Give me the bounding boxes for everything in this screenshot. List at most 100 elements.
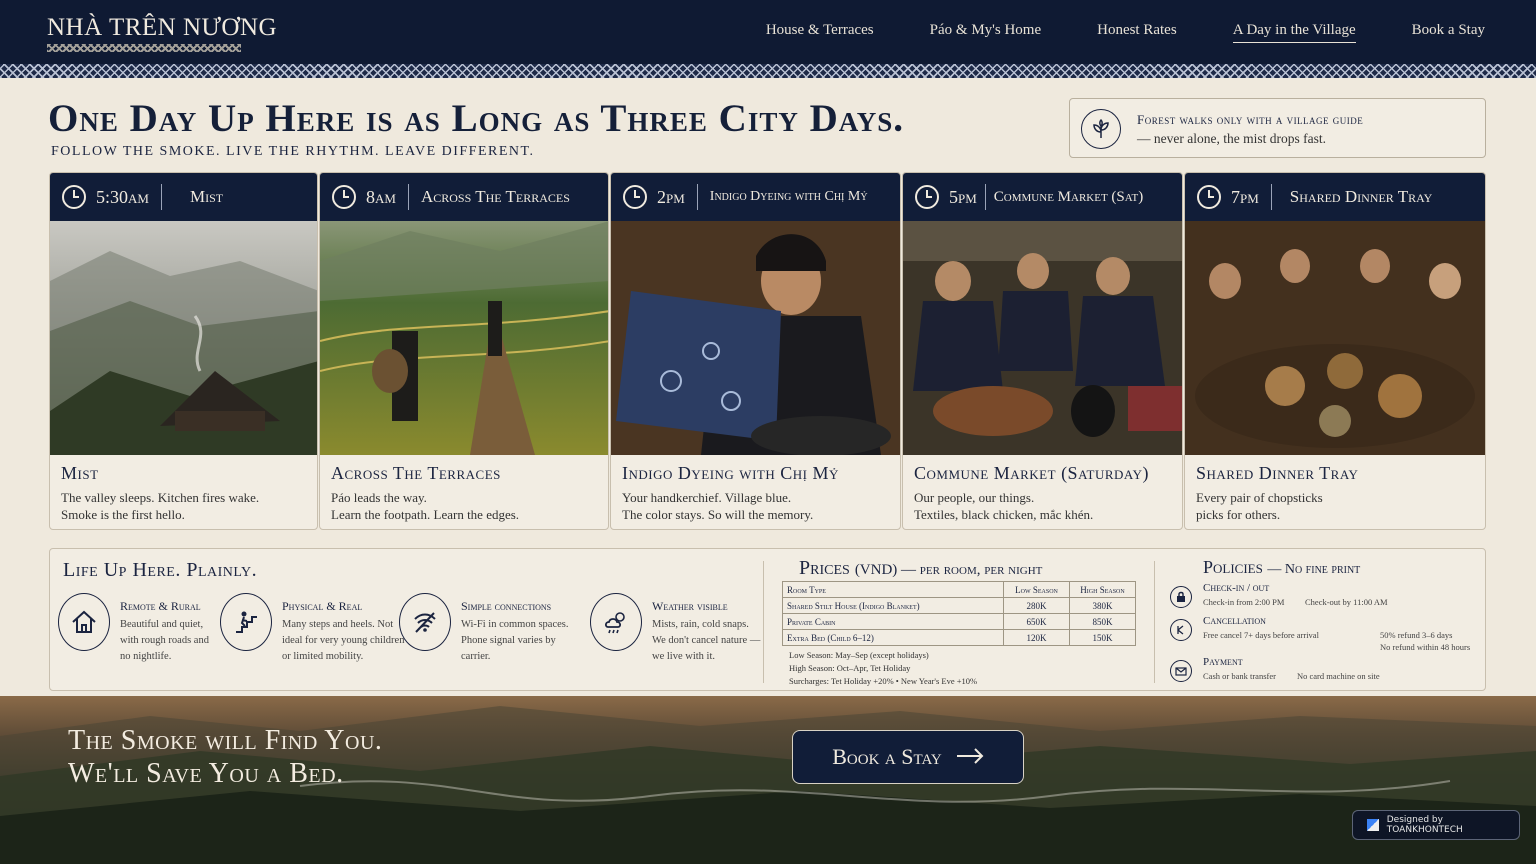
clock-icon <box>623 185 647 209</box>
card-description: The valley sleeps. Kitchen fires wake. S… <box>61 489 317 523</box>
divider <box>1270 184 1272 210</box>
timeline-card-terraces[interactable]: 8am Across The Terraces Across The Terra… <box>319 172 609 530</box>
table-cell: 150K <box>1069 629 1136 646</box>
table-header-row: Room Type Low Season High Season <box>782 581 1136 598</box>
card-heading: Mist <box>189 187 224 206</box>
policies-heading: Policies <box>1203 557 1263 577</box>
card-title: Shared Dinner Tray <box>1196 463 1359 483</box>
clock-icon <box>332 185 356 209</box>
weather-icon <box>590 593 642 651</box>
nav-day-in-village[interactable]: A Day in the Village <box>1232 22 1356 43</box>
table-cell: 850K <box>1069 613 1136 630</box>
table-cell: 650K <box>1003 613 1070 630</box>
card-header: 2pm Indigo Dyeing with Chị Mỷ <box>611 173 900 221</box>
timeline-card-dinner[interactable]: 7pm Shared Dinner Tray Shared Dinner Tra… <box>1184 172 1486 530</box>
card-desc-line: Textiles, black chicken, mắc khén. <box>914 507 1094 522</box>
timeline-card-indigo[interactable]: 2pm Indigo Dyeing with Chị Mỷ Indigo Dye… <box>610 172 901 530</box>
credit-text: Designed by TOANKHONTECH <box>1386 815 1463 835</box>
clock-icon <box>62 185 86 209</box>
table-cell: 380K <box>1069 597 1136 614</box>
feature-text: Many steps and heels. Not ideal for very… <box>282 619 405 662</box>
table-cell: Extra Bed (Child 6–12) <box>782 629 1004 646</box>
table-cell: 120K <box>1003 629 1070 646</box>
photo-misty-valley <box>50 221 317 455</box>
card-desc-line: Our people, our things. <box>914 490 1035 505</box>
card-time: 5:30am <box>96 186 149 207</box>
card-desc-line: Páo leads the way. <box>331 490 427 505</box>
book-stay-button[interactable]: Book a Stay <box>792 730 1024 784</box>
page-title: One Day Up Here is as Long as Three City… <box>48 97 905 140</box>
tagline-line: We'll Save You a Bed. <box>68 758 344 789</box>
house-icon <box>58 593 110 651</box>
tagline-line: The Smoke will Find You. <box>68 725 383 756</box>
policies-title: Policies — No fine print <box>1203 557 1360 578</box>
info-panel: Life Up Here. Plainly. Remote & Rural Be… <box>49 548 1486 691</box>
feature-text: Beautiful and quiet, with rough roads an… <box>120 619 209 662</box>
policy-text: Cash or bank transfer <box>1203 671 1276 681</box>
nav-honest-rates[interactable]: Honest Rates <box>1097 22 1177 43</box>
clock-icon <box>915 185 939 209</box>
designer-credit[interactable]: Designed by TOANKHONTECH <box>1352 810 1520 840</box>
card-desc-line: Learn the footpath. Learn the edges. <box>331 507 520 522</box>
policy-name: Cancellation <box>1203 615 1266 627</box>
nav-pao-my-home[interactable]: Páo & My's Home <box>930 22 1041 43</box>
nav-links: House & Terraces Páo & My's Home Honest … <box>710 22 1485 43</box>
card-heading: Indigo Dyeing with Chị Mỷ <box>709 189 868 204</box>
card-desc-line: The color stays. So will the memory. <box>622 507 814 522</box>
feature-title: Simple connections <box>461 599 552 613</box>
divider <box>984 184 986 210</box>
timeline-card-market[interactable]: 5pm Commune Market (Sat) Commune Market … <box>902 172 1183 530</box>
card-heading: Across The Terraces <box>420 187 570 206</box>
card-description: Páo leads the way. Learn the footpath. L… <box>331 489 608 523</box>
notice-text: — never alone, the mist drops fast. <box>1137 131 1326 146</box>
card-title: Across The Terraces <box>331 463 501 483</box>
policy-text: No card machine on site <box>1297 671 1380 681</box>
card-title: Commune Market (Saturday) <box>914 463 1149 483</box>
policy-text: Check-out by 11:00 AM <box>1305 597 1388 607</box>
divider <box>696 184 698 210</box>
life-title: Life Up Here. Plainly. <box>63 559 258 581</box>
cancel-icon <box>1170 619 1192 641</box>
panel-divider <box>763 561 764 683</box>
page-subtitle: FOLLOW THE SMOKE. LIVE THE RHYTHM. LEAVE… <box>51 144 535 159</box>
column-header: Low Season <box>1003 581 1070 598</box>
clock-icon <box>1197 185 1221 209</box>
notice-title: Forest walks only with a village guide <box>1137 112 1364 127</box>
panel-divider <box>1154 561 1155 683</box>
price-note: High Season: Oct–Apr, Tet Holiday <box>789 663 911 673</box>
brand-logo[interactable]: NHÀ TRÊN NƯƠNG <box>47 14 277 42</box>
feature-title: Remote & Rural <box>120 599 201 613</box>
card-heading: Commune Market (Sat) <box>993 188 1144 205</box>
column-header: Room Type <box>782 581 1004 598</box>
prices-heading: Prices <box>799 557 850 579</box>
card-description: Our people, our things. Textiles, black … <box>914 489 1182 523</box>
photo-shared-dinner <box>1185 221 1485 455</box>
card-desc-line: Your handkerchief. Village blue. <box>622 490 792 505</box>
nav-house-terraces[interactable]: House & Terraces <box>766 22 874 43</box>
card-header: 5pm Commune Market (Sat) <box>903 173 1182 221</box>
policies-subtitle: — No fine print <box>1267 562 1361 577</box>
button-label: Book a Stay <box>832 744 942 769</box>
policy-name: Payment <box>1203 656 1243 668</box>
footer-tagline: The Smoke will Find You. We'll Save You … <box>68 724 382 790</box>
price-table: Room Type Low Season High Season Shared … <box>782 581 1136 646</box>
card-time: 2pm <box>657 186 685 207</box>
card-header: 8am Across The Terraces <box>320 173 608 221</box>
photo-indigo-dyeing <box>611 221 900 456</box>
table-cell: 280K <box>1003 597 1070 614</box>
arrow-right-icon <box>956 744 984 770</box>
table-row: Extra Bed (Child 6–12) 120K 150K <box>782 629 1136 646</box>
pattern-band <box>0 64 1536 78</box>
timeline-card-mist[interactable]: 5:30am Mist Mist The valley sleeps. Kitc… <box>49 172 318 530</box>
price-note: Surcharges: Tet Holiday +20% • New Year'… <box>789 676 978 686</box>
policy-text: Free cancel 7+ days before arrival <box>1203 630 1319 640</box>
feature-title: Weather visible <box>652 599 728 613</box>
nav-book-stay[interactable]: Book a Stay <box>1412 22 1485 43</box>
brand-pattern <box>47 44 241 52</box>
card-desc-line: picks for others. <box>1196 507 1281 522</box>
card-time: 5pm <box>949 186 977 207</box>
policy-text: 50% refund 3–6 days <box>1380 630 1453 640</box>
card-desc-line: Every pair of chopsticks <box>1196 490 1323 505</box>
table-row: Private Cabin 650K 850K <box>782 613 1136 630</box>
feature-text: Mists, rain, cold snaps. We don't cancel… <box>652 619 761 662</box>
